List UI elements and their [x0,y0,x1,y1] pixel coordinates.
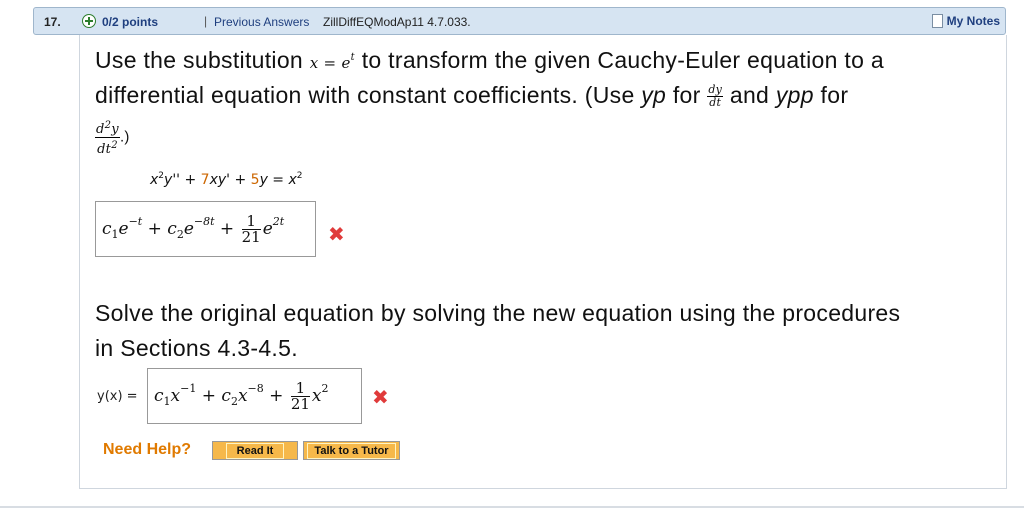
part2-prompt-line2: in Sections 4.3-4.5. [95,335,298,361]
prompt-text: for [820,82,849,108]
header-separator: | [204,14,208,28]
part2-prompt-line1: Solve the original equation by solving t… [95,300,901,326]
part1-answer-math: c1e−t + c2e−8t + 1 21 e2t [102,212,285,246]
read-it-label: Read It [225,442,285,459]
need-help-label: Need Help? [103,441,192,458]
question-header: 17. 0/2 points | Previous Answers ZillDi… [33,7,1006,35]
page-divider [0,506,1024,508]
dy-dt-fraction: dy dt [707,83,724,110]
substitution-math: x = et [309,52,355,72]
talk-to-tutor-button[interactable]: Talk to a Tutor [303,441,400,460]
yp-var: yp [641,82,667,108]
part1-answer-field[interactable]: c1e−t + c2e−8t + 1 21 e2t [95,201,316,257]
incorrect-icon: ✖ [372,385,389,409]
part1-prompt-line3: d2y dt2 .) [95,118,130,157]
prompt-text: for [672,82,701,108]
prompt-text: Use the substitution [95,47,304,73]
part1-prompt-line2: differential equation with constant coef… [95,82,848,109]
ypp-var: ypp [775,82,814,108]
cauchy-euler-equation: x2y'' + 7xy' + 5y = x2 [150,171,303,188]
problem-code: ZillDiffEQModAp11 4.7.033. [323,15,471,29]
my-notes-button[interactable]: My Notes [931,13,1000,29]
plus-icon[interactable] [82,14,96,28]
d2y-dt2-fraction: d2y dt2 [95,120,120,157]
read-it-button[interactable]: Read It [212,441,298,460]
points-score: 0/2 points [102,15,159,29]
part2-answer-field[interactable]: c1x−1 + c2x−8 + 1 21 x2 [147,368,362,424]
notes-icon [931,14,943,28]
my-notes-label: My Notes [946,14,1000,28]
prompt-text: .) [119,128,130,146]
prompt-text: differential equation with constant coef… [95,82,635,108]
talk-to-tutor-label: Talk to a Tutor [307,442,396,459]
incorrect-icon: ✖ [328,222,345,246]
yx-label: y(x) = [97,389,138,404]
previous-answers-link[interactable]: Previous Answers [214,15,309,29]
prompt-text: and [729,82,770,108]
question-number: 17. [44,15,61,29]
part2-answer-math: c1x−1 + c2x−8 + 1 21 x2 [154,379,329,413]
prompt-text: to transform the given Cauchy-Euler equa… [361,47,884,73]
part1-prompt-line1: Use the substitution x = et to transform… [95,47,884,74]
